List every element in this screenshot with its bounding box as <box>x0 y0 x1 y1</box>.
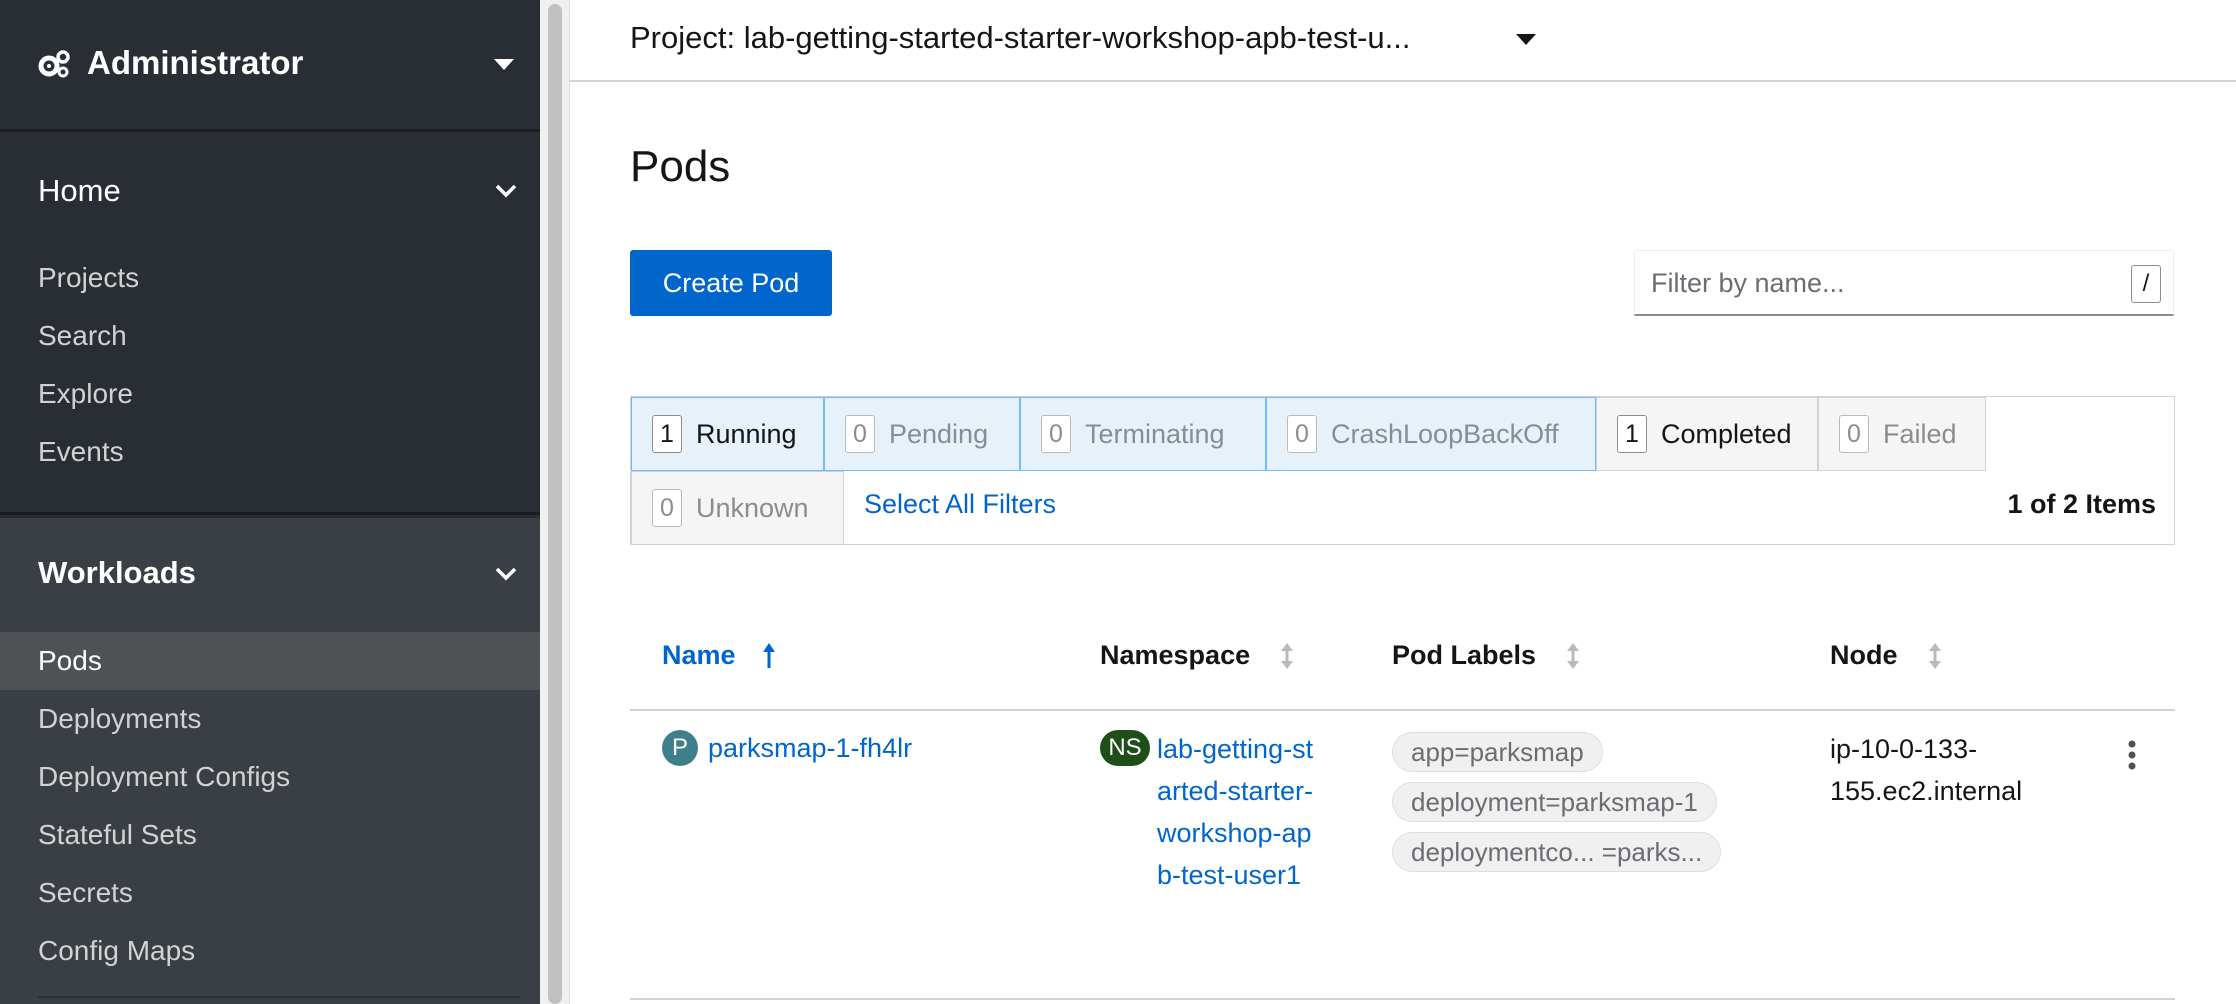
pod-label-chip[interactable]: deployment=parksmap-1 <box>1392 782 1717 822</box>
page-title: Pods <box>630 142 731 191</box>
nav-item-stateful-sets[interactable]: Stateful Sets <box>38 819 197 851</box>
nav-section-title-workloads[interactable]: Workloads <box>38 555 196 591</box>
nav-item-search[interactable]: Search <box>38 320 127 352</box>
kebab-menu-icon[interactable] <box>2126 740 2138 770</box>
create-pod-button[interactable]: Create Pod <box>630 250 832 316</box>
nav-item-projects[interactable]: Projects <box>38 262 139 294</box>
nav-section-workloads: Workloads Pods Deployments Deployment Co… <box>0 518 540 1004</box>
filter-count: 0 <box>1287 415 1317 453</box>
namespace-resource-badge: NS <box>1100 730 1150 766</box>
status-filter-bar: 1 Running 0 Pending 0 Terminating 0 Cras… <box>630 396 2175 545</box>
filter-label: Failed <box>1883 418 1957 449</box>
pod-name-link[interactable]: parksmap-1-fh4lr <box>708 733 912 764</box>
keyboard-shortcut-hint: / <box>2131 265 2161 303</box>
sort-ascending-icon <box>762 642 775 668</box>
perspective-label: Administrator <box>87 44 304 81</box>
scrollbar-thumb[interactable] <box>548 4 562 1004</box>
nav-section-home: Home Projects Search Explore Events <box>0 135 540 515</box>
filter-count: 1 <box>652 415 682 453</box>
filter-crashloopbackoff[interactable]: 0 CrashLoopBackOff <box>1266 397 1596 471</box>
nav-divider <box>38 996 520 998</box>
column-header-label: Pod Labels <box>1392 640 1537 670</box>
nav-section-title-home[interactable]: Home <box>38 173 121 209</box>
nav-item-events[interactable]: Events <box>38 436 124 468</box>
nav-item-secrets[interactable]: Secrets <box>38 877 133 909</box>
nav-item-explore[interactable]: Explore <box>38 378 133 410</box>
sort-icon <box>1567 642 1580 669</box>
column-header-name[interactable]: Name <box>662 640 776 671</box>
project-bar: Project: lab-getting-started-starter-wor… <box>570 0 2236 82</box>
nav-item-deployment-configs[interactable]: Deployment Configs <box>38 761 290 793</box>
caret-down-icon <box>494 59 514 70</box>
filter-pending[interactable]: 0 Pending <box>824 397 1020 471</box>
sort-icon <box>1928 642 1941 669</box>
main-content: Project: lab-getting-started-starter-wor… <box>570 0 2236 1004</box>
nav-item-pods[interactable]: Pods <box>38 645 102 677</box>
column-header-pod-labels[interactable]: Pod Labels <box>1392 640 1580 671</box>
pod-label-chip[interactable]: app=parksmap <box>1392 732 1603 772</box>
filter-unknown[interactable]: 0 Unknown <box>631 471 844 545</box>
pod-label-chip[interactable]: deploymentco... =parks... <box>1392 832 1722 872</box>
nav-item-deployments[interactable]: Deployments <box>38 703 201 735</box>
filter-count: 0 <box>1041 415 1071 453</box>
filter-label: Running <box>696 418 797 449</box>
filter-count: 0 <box>845 415 875 453</box>
column-header-label: Namespace <box>1100 640 1251 670</box>
table-row-divider <box>630 998 2175 1000</box>
table-header-divider <box>630 709 2175 711</box>
items-count: 1 of 2 Items <box>2007 489 2156 519</box>
chevron-down-icon[interactable] <box>494 566 518 582</box>
filter-label: Unknown <box>696 492 809 523</box>
filter-count: 0 <box>652 489 682 527</box>
filter-label: CrashLoopBackOff <box>1331 418 1559 449</box>
filter-count: 0 <box>1839 415 1869 453</box>
pod-resource-badge: P <box>662 730 698 766</box>
filter-completed[interactable]: 1 Completed <box>1596 397 1818 471</box>
column-header-node[interactable]: Node <box>1830 640 1942 671</box>
filter-running[interactable]: 1 Running <box>631 397 824 471</box>
nav-item-config-maps[interactable]: Config Maps <box>38 935 195 967</box>
filter-terminating[interactable]: 0 Terminating <box>1020 397 1266 471</box>
filter-label: Terminating <box>1085 418 1225 449</box>
filter-count: 1 <box>1617 415 1647 453</box>
sort-icon <box>1281 642 1294 669</box>
filter-failed[interactable]: 0 Failed <box>1818 397 1986 471</box>
filter-label: Completed <box>1661 418 1792 449</box>
filter-by-name[interactable]: / <box>1634 250 2174 316</box>
node-name[interactable]: ip-10-0-133-155.ec2.internal <box>1830 728 2050 812</box>
project-selector[interactable]: Project: lab-getting-started-starter-wor… <box>630 20 1410 56</box>
chevron-down-icon[interactable] <box>494 183 518 199</box>
select-all-filters-link[interactable]: Select All Filters <box>864 489 1056 520</box>
filter-label: Pending <box>889 418 989 449</box>
filter-input[interactable] <box>1651 265 2111 301</box>
column-header-label: Node <box>1830 640 1898 670</box>
sidebar-scrollbar[interactable] <box>540 0 570 1004</box>
gears-icon <box>38 50 70 78</box>
column-header-namespace[interactable]: Namespace <box>1100 640 1294 671</box>
caret-down-icon[interactable] <box>1516 34 1536 45</box>
column-header-label: Name <box>662 640 736 670</box>
table-row-name-cell: P parksmap-1-fh4lr <box>662 730 912 766</box>
perspective-switcher[interactable]: Administrator <box>0 0 540 132</box>
namespace-link[interactable]: lab-getting-started-starter-workshop-apb… <box>1157 728 1317 896</box>
sidebar: Administrator Home Projects Search Explo… <box>0 0 540 1004</box>
